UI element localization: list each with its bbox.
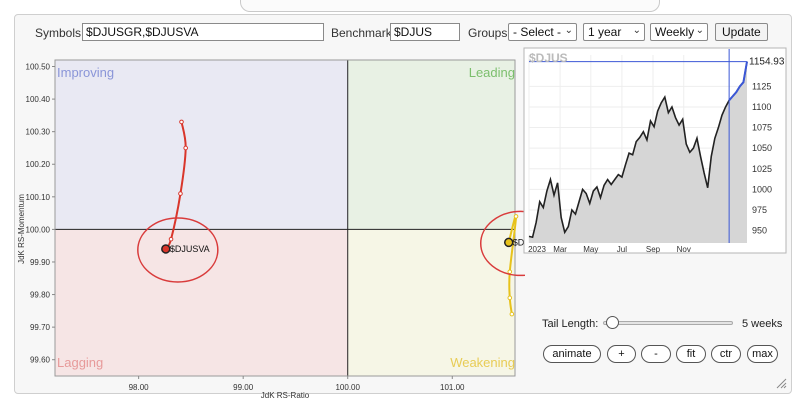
rrg-x-tick-label: 98.00 bbox=[129, 383, 150, 392]
rrg-y-tick-label: 100.50 bbox=[26, 63, 51, 72]
benchmark-label: Benchmark: bbox=[331, 26, 396, 40]
rrg-head-point[interactable] bbox=[161, 244, 171, 254]
rrg-panel: Symbols: Benchmark: Groups: - Select - ⌄… bbox=[14, 14, 792, 399]
top-tab bbox=[240, 0, 660, 12]
rrg-x-ticks: 98.00 99.00 100.00 101.00 bbox=[129, 376, 465, 392]
rrg-tail-point bbox=[507, 269, 513, 275]
rrg-chart: Improving Leading Lagging Weakening 99.6… bbox=[17, 59, 525, 399]
rrg-x-tick-label: 101.00 bbox=[440, 383, 465, 392]
rrg-tail-point bbox=[183, 145, 188, 151]
quadrant-label-lagging: Lagging bbox=[57, 355, 103, 370]
window-top-strip bbox=[0, 0, 800, 14]
rrg-series-label: $DJUSVA bbox=[170, 244, 210, 254]
price-y-tick-label: 975 bbox=[752, 205, 767, 215]
rrg-y-tick-label: 100.40 bbox=[26, 95, 51, 104]
price-title: $DJUS bbox=[529, 51, 568, 65]
rrg-y-tick-label: 100.30 bbox=[26, 128, 51, 137]
price-x-tick-label: 2023 bbox=[528, 245, 546, 254]
rrg-tail-point bbox=[513, 214, 519, 219]
rrg-x-tick-label: 100.00 bbox=[335, 383, 360, 392]
rrg-x-axis-label: JdK RS-Ratio bbox=[261, 391, 310, 399]
price-current-value: 1154.93 bbox=[749, 57, 785, 68]
price-y-tick-label: 1125 bbox=[752, 81, 771, 91]
rrg-quadrants bbox=[55, 60, 515, 376]
quadrant-label-leading: Leading bbox=[469, 65, 515, 80]
rrg-tail-point bbox=[507, 295, 513, 301]
price-y-tick-label: 1025 bbox=[752, 164, 772, 174]
quadrant-weakening bbox=[347, 229, 515, 376]
tail-length-knob[interactable] bbox=[606, 316, 620, 329]
update-button[interactable]: Update bbox=[715, 23, 768, 41]
rrg-y-tick-label: 100.20 bbox=[26, 160, 51, 169]
rrg-y-tick-label: 99.60 bbox=[30, 356, 51, 365]
price-y-tick-label: 1100 bbox=[752, 102, 771, 112]
quadrant-label-weakening: Weakening bbox=[450, 355, 515, 370]
groups-select[interactable]: - Select - ⌄ bbox=[508, 23, 577, 41]
frequency-select[interactable]: Weekly ⌄ bbox=[650, 23, 708, 41]
center-button[interactable]: ctr bbox=[711, 345, 741, 363]
price-x-tick-label: Mar bbox=[553, 245, 567, 254]
toolbar: Symbols: Benchmark: Groups: - Select - ⌄… bbox=[15, 15, 791, 49]
price-x-tick-label: Nov bbox=[677, 245, 691, 254]
fit-button[interactable]: fit bbox=[676, 345, 706, 363]
quadrant-label-improving: Improving bbox=[57, 65, 114, 80]
groups-label: Groups: bbox=[468, 26, 511, 40]
rrg-y-ticks: 99.60 99.70 99.80 99.90 100.00 100.10 100.20 10… bbox=[26, 63, 55, 365]
rrg-x-tick-label: 99.00 bbox=[233, 383, 254, 392]
rrg-y-tick-label: 99.70 bbox=[30, 323, 51, 332]
rrg-y-tick-label: 100.00 bbox=[26, 225, 51, 234]
symbols-input[interactable] bbox=[82, 23, 324, 41]
rrg-y-tick-label: 99.90 bbox=[30, 258, 51, 267]
price-x-tick-label: Jul bbox=[617, 245, 627, 254]
price-x-tick-label: Sep bbox=[646, 245, 661, 254]
animate-button[interactable]: animate bbox=[543, 345, 601, 363]
rrg-y-tick-label: 99.80 bbox=[30, 291, 51, 300]
zoom-in-button[interactable]: + bbox=[607, 345, 636, 363]
quadrant-leading bbox=[347, 60, 515, 230]
price-x-tick-label: May bbox=[583, 245, 598, 254]
quadrant-improving bbox=[55, 60, 348, 230]
chevron-down-icon: ⌄ bbox=[632, 25, 641, 36]
period-select-value: 1 year bbox=[588, 25, 622, 39]
rrg-y-tick-label: 100.10 bbox=[26, 193, 51, 202]
benchmark-input[interactable] bbox=[390, 23, 460, 41]
tail-length-label: Tail Length: bbox=[542, 318, 599, 330]
rrg-tail-point bbox=[178, 191, 183, 196]
period-select[interactable]: 1 year ⌄ bbox=[583, 23, 645, 41]
tail-length-track[interactable] bbox=[603, 316, 733, 329]
rrg-y-axis-label: JdK RS-Momentum bbox=[17, 194, 26, 264]
rrg-tail-point bbox=[168, 236, 174, 242]
price-y-tick-label: 950 bbox=[752, 226, 767, 236]
price-chart: $DJUS 1154.93 950 975 1000 1025 1050 1075 1100… bbox=[523, 47, 787, 254]
rrg-head-point[interactable] bbox=[503, 237, 514, 248]
symbols-label: Symbols: bbox=[35, 26, 85, 40]
chevron-down-icon: ⌄ bbox=[564, 25, 573, 36]
price-y-tick-label: 1000 bbox=[752, 184, 772, 194]
groups-select-value: - Select - bbox=[513, 25, 562, 39]
rrg-tail-point bbox=[179, 119, 184, 125]
zoom-out-button[interactable]: - bbox=[641, 345, 671, 363]
tail-length-value: 5 weeks bbox=[742, 318, 783, 330]
price-y-tick-label: 1075 bbox=[752, 123, 772, 133]
resize-grip-icon[interactable] bbox=[775, 377, 787, 389]
chevron-down-icon: ⌄ bbox=[695, 25, 704, 36]
price-y-tick-label: 1050 bbox=[752, 143, 772, 153]
max-button[interactable]: max bbox=[747, 345, 778, 363]
frequency-select-value: Weekly bbox=[655, 25, 695, 39]
rrg-tail-point bbox=[509, 311, 515, 317]
